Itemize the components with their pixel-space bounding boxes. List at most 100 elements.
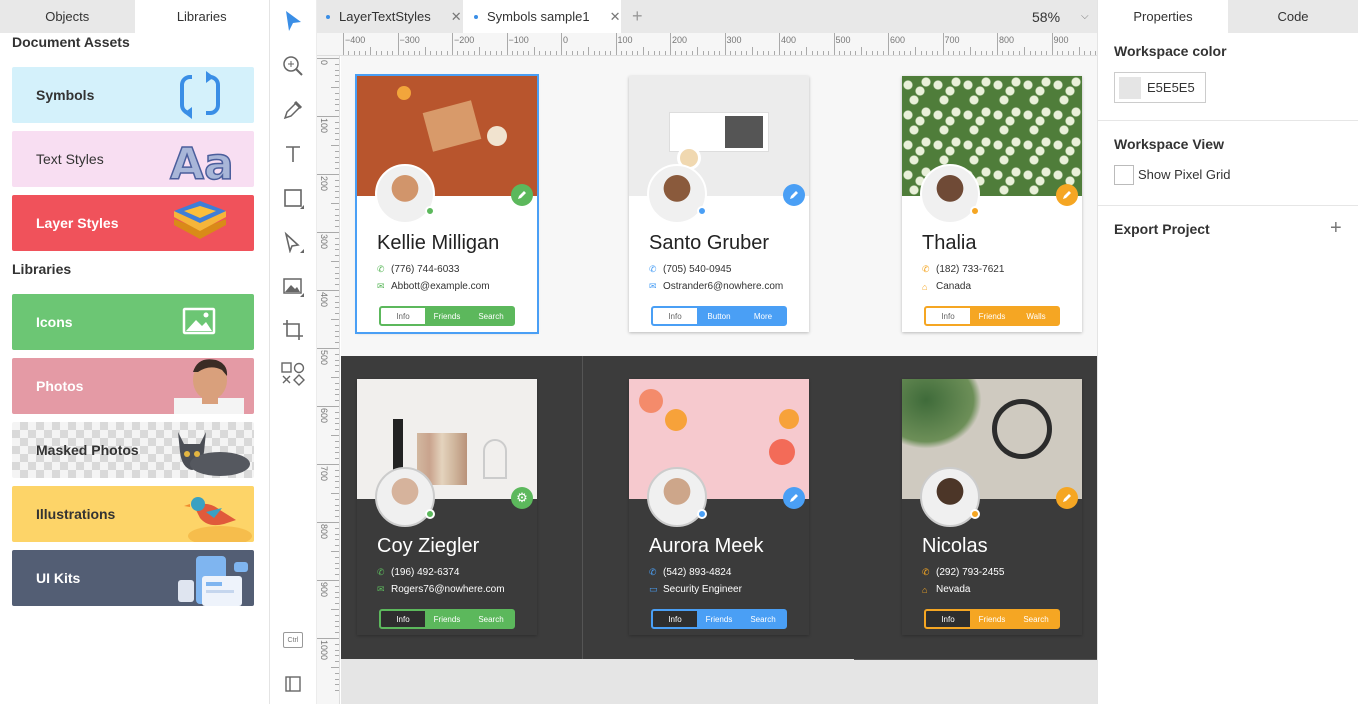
pointer-icon[interactable] [281, 9, 305, 33]
asset-symbols-label: Symbols [36, 87, 95, 103]
segment-tab[interactable]: More [741, 308, 785, 324]
rectangle-icon[interactable] [281, 186, 305, 210]
ruler-number: 0 [319, 60, 329, 66]
ruler-number: 100 [617, 35, 633, 45]
zoom-icon[interactable] [281, 54, 305, 78]
segment-tab[interactable]: Friends [970, 611, 1014, 627]
ruler-number: −200 [454, 35, 475, 45]
export-add-button[interactable]: + [1330, 217, 1342, 240]
tab-code[interactable]: Code [1228, 0, 1358, 33]
segment-tab[interactable]: Search [469, 308, 513, 324]
library-icons[interactable]: Icons [12, 294, 254, 350]
segment-tab[interactable]: Info [926, 611, 970, 627]
segment-tab[interactable]: Friends [970, 308, 1014, 324]
ruler-number: 200 [672, 35, 688, 45]
ctrl-key-button[interactable]: Ctrl [281, 628, 305, 652]
tab-objects[interactable]: Objects [0, 0, 135, 33]
tab-libraries[interactable]: Libraries [134, 0, 269, 33]
panel-toggle-icon[interactable] [281, 672, 305, 696]
tab-properties[interactable]: Properties [1098, 0, 1228, 33]
workspace-color-value[interactable]: E5E5E5 [1147, 80, 1195, 95]
vertical-ruler[interactable]: 0 100 200 300 400 500 600 700 800 900 1000 [317, 56, 340, 704]
profile-card[interactable]: Thalia ✆ (182) 733-7621 ⌂ Canada Info Friends W… [902, 76, 1082, 332]
briefcase-icon: ▭ [649, 584, 658, 594]
person-photo [174, 359, 244, 414]
libraries-heading: Libraries [12, 261, 72, 277]
phone-icon: ✆ [922, 567, 930, 577]
segment-tab[interactable]: Info [381, 308, 425, 324]
close-tab-icon[interactable]: ✕ [610, 9, 621, 25]
profile-card[interactable]: Santo Gruber ✆ (705) 540-0945 ✉ Ostrander6@n… [629, 76, 809, 332]
library-photos[interactable]: Photos [12, 358, 254, 414]
segment-tab[interactable]: Info [381, 611, 425, 627]
segment-tab[interactable]: Friends [425, 611, 469, 627]
segment-tab[interactable]: Friends [425, 308, 469, 324]
segment-tab[interactable]: Walls [1014, 308, 1058, 324]
zoom-level[interactable]: 58% [1032, 0, 1072, 33]
ruler-number: 700 [944, 35, 960, 45]
pencil-icon[interactable] [1056, 487, 1078, 509]
document-tab-symbols-sample1[interactable]: Symbols sample1 ✕ [463, 0, 621, 33]
profile-card[interactable]: Aurora Meek ✆ (542) 893-4824 ▭ Security Engi… [629, 379, 809, 635]
ruler-number: 500 [319, 350, 329, 366]
profile-card[interactable]: Nicolas ✆ (292) 793-2455 ⌂ Nevada Info Friends… [902, 379, 1082, 635]
phone-icon: ✆ [922, 264, 930, 274]
eyedropper-icon[interactable] [281, 98, 305, 122]
canvas[interactable]: Kellie Milligan ✆ (776) 744-6033 ✉ Abbott@ex… [341, 56, 1097, 704]
chevron-down-icon[interactable]: ⌵ [1081, 0, 1097, 33]
phone-icon: ✆ [377, 264, 385, 274]
segment-tab[interactable]: Search [741, 611, 785, 627]
profile-card[interactable]: Kellie Milligan ✆ (776) 744-6033 ✉ Abbott@ex… [355, 74, 539, 334]
segment-tab[interactable]: Search [1014, 611, 1058, 627]
workspace-color-field[interactable]: E5E5E5 [1114, 72, 1206, 103]
profile-name: Kellie Milligan [377, 232, 500, 254]
asset-symbols[interactable]: Symbols [12, 67, 254, 123]
detail-line: ✉ Ostrander6@nowhere.com [649, 281, 783, 292]
unsaved-dot [326, 14, 330, 19]
segment-tab[interactable]: Info [926, 308, 970, 324]
mail-icon: ✉ [377, 281, 385, 291]
segment-tab[interactable]: Button [697, 308, 741, 324]
segment-tab[interactable]: Info [653, 611, 697, 627]
segment-tab[interactable]: Info [653, 308, 697, 324]
document-tab-layertextstyles[interactable]: LayerTextStyles ✕ [317, 0, 463, 33]
export-project-heading: Export Project [1114, 221, 1210, 237]
profile-card[interactable]: ⚙ Coy Ziegler ✆ (196) 492-6374 ✉ Rogers76@now… [357, 379, 537, 635]
color-swatch[interactable] [1119, 76, 1141, 99]
ruler-number: 600 [890, 35, 906, 45]
profile-name: Aurora Meek [649, 535, 764, 557]
phone-line: ✆ (196) 492-6374 [377, 567, 459, 578]
pencil-icon[interactable] [783, 487, 805, 509]
gear-icon[interactable]: ⚙ [511, 487, 533, 509]
horizontal-ruler[interactable]: −400 −300 −200 −100 0 100 200 300 400 500 600 700 80… [317, 33, 1097, 56]
library-illustrations[interactable]: Illustrations [12, 486, 254, 542]
detail-line: ⌂ Nevada [922, 584, 970, 595]
close-tab-icon[interactable]: ✕ [451, 9, 462, 25]
segment-tab[interactable]: Friends [697, 611, 741, 627]
add-tab-button[interactable]: + [632, 0, 652, 33]
segment-tab[interactable]: Search [469, 611, 513, 627]
image-tool-icon[interactable] [281, 274, 305, 298]
status-dot [697, 509, 707, 519]
pencil-icon[interactable] [1056, 184, 1078, 206]
pen-icon[interactable] [281, 230, 305, 254]
library-ui-kits[interactable]: UI Kits [12, 550, 254, 606]
pencil-icon[interactable] [783, 184, 805, 206]
artboard-icon[interactable] [281, 318, 305, 342]
asset-text-styles-label: Text Styles [36, 151, 104, 167]
library-masked-photos[interactable]: Masked Photos [12, 422, 254, 478]
phone-line: ✆ (705) 540-0945 [649, 264, 731, 275]
unsaved-dot [474, 14, 478, 19]
library-illustrations-label: Illustrations [36, 506, 116, 522]
text-icon[interactable] [281, 142, 305, 166]
ruler-number: 400 [319, 292, 329, 308]
asset-layer-styles[interactable]: Layer Styles [12, 195, 254, 251]
show-pixel-grid-checkbox[interactable] [1114, 165, 1134, 185]
phone-icon: ✆ [377, 567, 385, 577]
mail-icon: ✉ [377, 584, 385, 594]
phone-number: (542) 893-4824 [663, 567, 732, 578]
profile-name: Santo Gruber [649, 232, 770, 254]
symbol-grid-icon[interactable] [281, 362, 305, 386]
asset-text-styles[interactable]: Text Styles Aa [12, 131, 254, 187]
pencil-icon[interactable] [511, 184, 533, 206]
